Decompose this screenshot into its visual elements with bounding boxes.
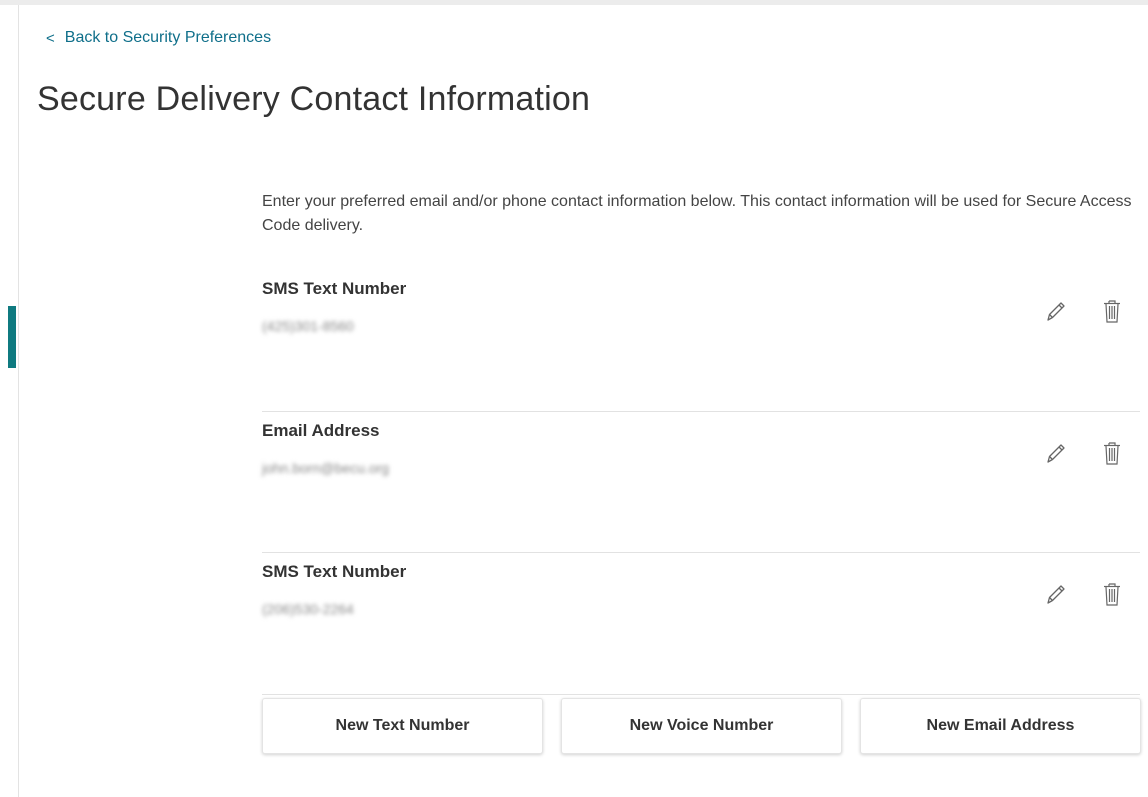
pencil-icon — [1047, 443, 1065, 463]
top-divider — [0, 0, 1148, 5]
back-link-label: Back to Security Preferences — [64, 29, 272, 46]
contact-type-label: SMS Text Number — [262, 562, 407, 581]
edit-contact-button[interactable] — [1040, 579, 1070, 609]
add-contact-actions: New Text Number New Voice Number New Ema… — [262, 698, 1141, 756]
contact-list: SMS Text Number (425)301-8560 Email Addr… — [262, 270, 1140, 695]
intro-text: Enter your preferred email and/or phone … — [262, 193, 1132, 234]
new-text-number-button[interactable]: New Text Number — [262, 698, 543, 754]
contact-item: SMS Text Number (206)530-2264 — [262, 553, 1140, 695]
trash-icon — [1104, 583, 1120, 606]
contact-value: john.born@becu.org — [262, 459, 390, 476]
delete-contact-button[interactable] — [1097, 438, 1127, 468]
edit-contact-button[interactable] — [1040, 296, 1070, 326]
delete-contact-button[interactable] — [1097, 579, 1127, 609]
chevron-left-icon: < — [46, 29, 55, 47]
pencil-icon — [1047, 302, 1065, 321]
new-voice-number-button[interactable]: New Voice Number — [561, 698, 842, 754]
contact-item: Email Address john.born@becu.org — [262, 412, 1140, 553]
contact-value: (206)530-2264 — [262, 601, 354, 617]
delete-contact-button[interactable] — [1097, 296, 1127, 326]
contact-type-label: SMS Text Number — [262, 279, 407, 298]
page-title: Secure Delivery Contact Information — [37, 80, 591, 118]
back-to-security-preferences-link[interactable]: < Back to Security Preferences — [46, 29, 271, 47]
trash-icon — [1104, 300, 1120, 323]
left-rail-active-indicator — [8, 306, 16, 368]
contact-item: SMS Text Number (425)301-8560 — [262, 270, 1140, 412]
edit-contact-button[interactable] — [1040, 438, 1070, 468]
left-rail — [18, 5, 19, 797]
new-email-address-button[interactable]: New Email Address — [860, 698, 1141, 754]
pencil-icon — [1047, 585, 1065, 604]
contact-value: (425)301-8560 — [262, 318, 354, 334]
contact-type-label: Email Address — [262, 420, 380, 440]
trash-icon — [1104, 441, 1120, 465]
